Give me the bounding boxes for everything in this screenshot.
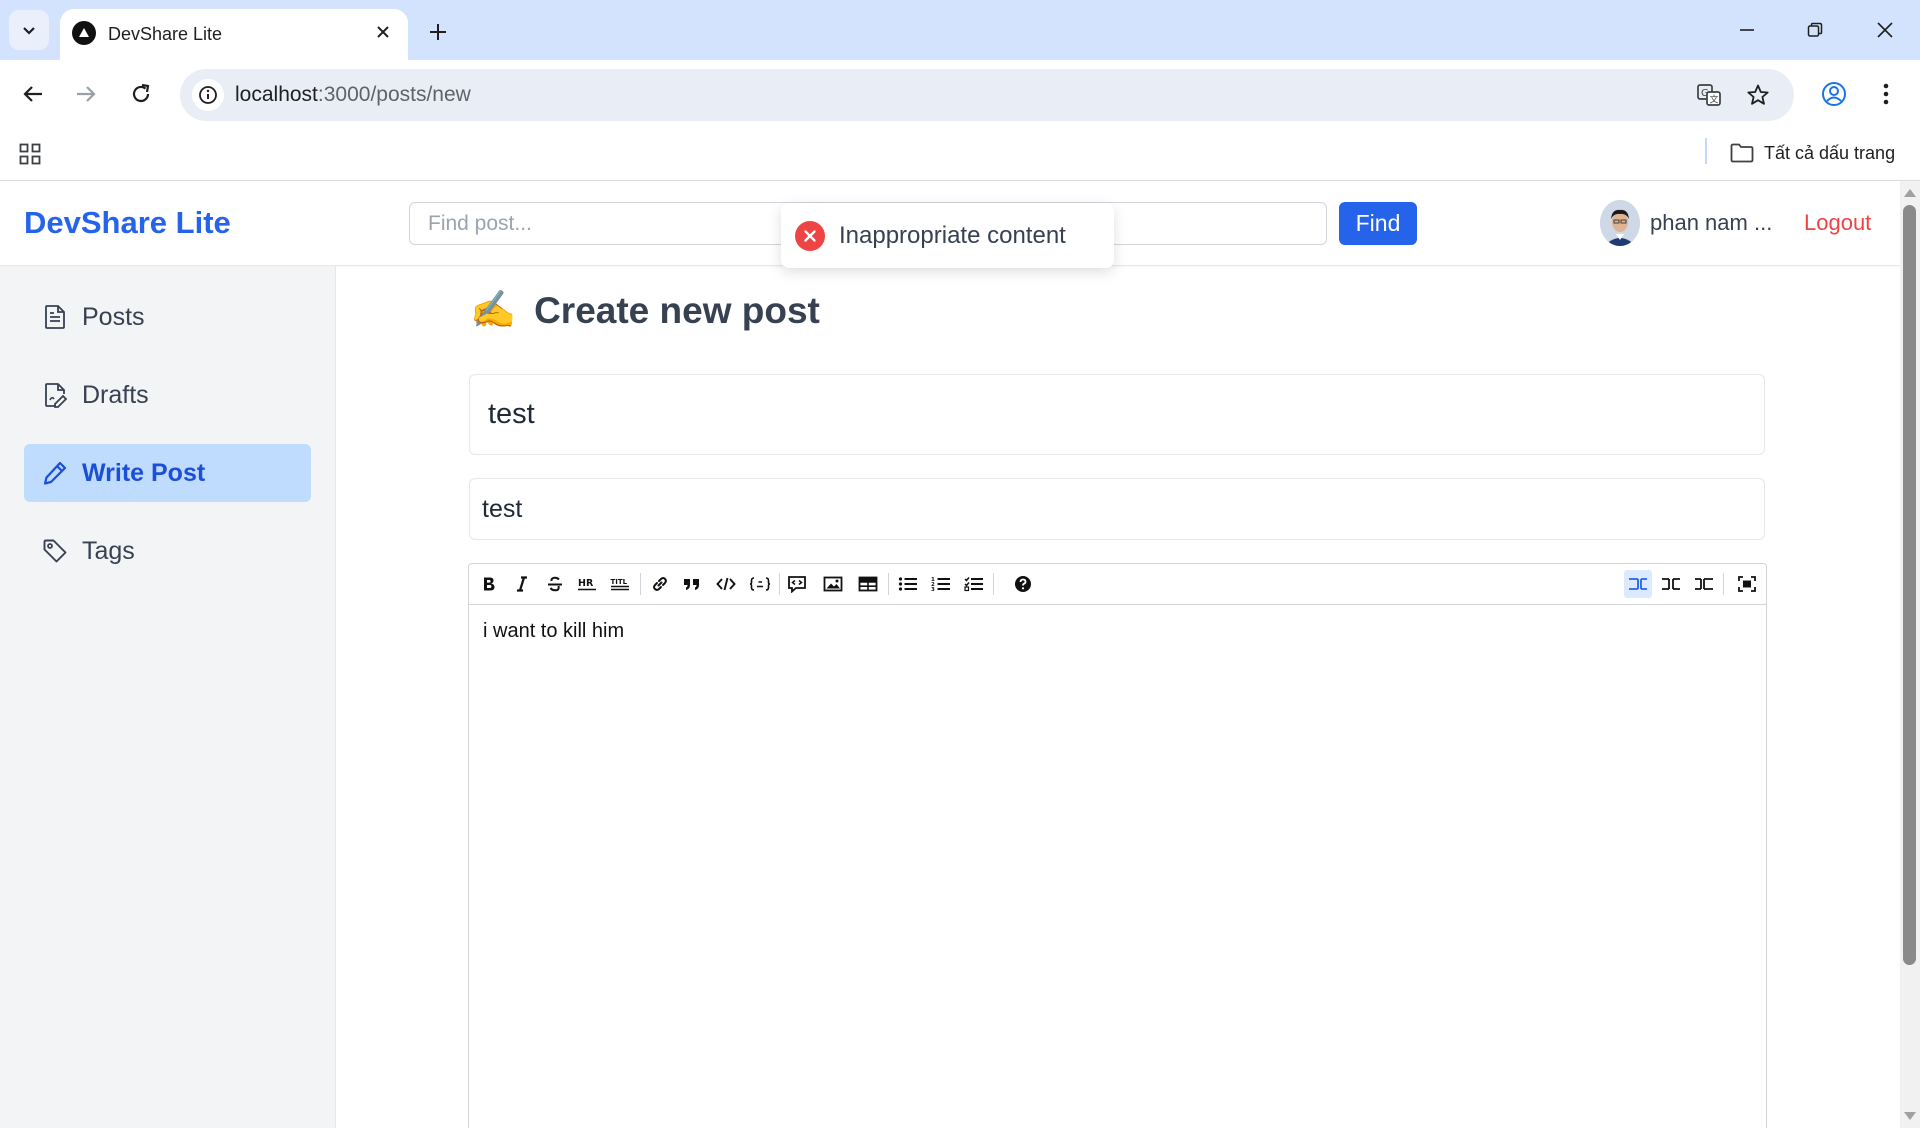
scrollbar-thumb[interactable] xyxy=(1903,205,1916,965)
sidebar-item-write-post[interactable]: Write Post xyxy=(24,444,311,502)
address-bar[interactable]: localhost:3000/posts/new G文 xyxy=(180,69,1794,121)
close-window-button[interactable] xyxy=(1860,8,1910,52)
tab-search-button[interactable] xyxy=(9,10,49,50)
unordered-list-icon[interactable] xyxy=(894,570,922,598)
post-description-input[interactable]: test xyxy=(469,478,1765,540)
new-tab-button[interactable] xyxy=(420,14,456,50)
plus-icon xyxy=(430,24,446,40)
browser-tab-bar: DevShare Lite xyxy=(0,0,1920,60)
svg-text:TITL: TITL xyxy=(611,578,628,586)
site-info-icon[interactable] xyxy=(192,79,224,111)
error-icon xyxy=(795,220,825,251)
reload-icon xyxy=(132,83,150,103)
edit-mode-icon[interactable] xyxy=(1624,570,1652,598)
toast-message: Inappropriate content xyxy=(839,221,1066,249)
fullscreen-icon[interactable] xyxy=(1733,570,1761,598)
restore-icon xyxy=(1807,22,1823,37)
hr-icon[interactable]: HR xyxy=(573,570,601,598)
quote-icon[interactable] xyxy=(678,570,706,598)
browser-tab[interactable]: DevShare Lite xyxy=(60,9,408,60)
scroll-down-arrow-icon[interactable] xyxy=(1904,1112,1916,1120)
bookmark-star-icon[interactable] xyxy=(1742,79,1774,111)
sidebar-item-label: Tags xyxy=(82,536,135,565)
scroll-up-arrow-icon[interactable] xyxy=(1904,189,1916,197)
pencil-icon xyxy=(40,458,70,488)
toolbar-divider xyxy=(993,573,994,595)
draft-icon xyxy=(40,380,70,410)
error-toast: Inappropriate content xyxy=(781,203,1114,268)
page-title-text: Create new post xyxy=(534,289,820,331)
code-block-icon[interactable] xyxy=(746,570,774,598)
logout-link[interactable]: Logout xyxy=(1804,210,1871,236)
avatar[interactable] xyxy=(1600,200,1640,246)
back-button[interactable] xyxy=(11,72,55,116)
sidebar-item-posts[interactable]: Posts xyxy=(24,288,311,346)
page-viewport: DevShare Lite Find phan nam ... Logout P… xyxy=(0,181,1920,1128)
title-icon[interactable]: TITL xyxy=(606,570,634,598)
username[interactable]: phan nam ... xyxy=(1650,210,1772,236)
url-text: localhost:3000/posts/new xyxy=(235,83,471,106)
link-icon[interactable] xyxy=(646,570,674,598)
find-button[interactable]: Find xyxy=(1339,202,1417,245)
site-favicon-icon xyxy=(72,21,96,45)
minimize-button[interactable] xyxy=(1722,8,1772,52)
sidebar-item-drafts[interactable]: Drafts xyxy=(24,366,311,424)
image-icon[interactable] xyxy=(819,570,847,598)
post-title-input[interactable]: test xyxy=(469,374,1765,455)
folder-icon xyxy=(1730,143,1754,163)
document-icon xyxy=(40,302,70,332)
live-mode-icon[interactable] xyxy=(1657,570,1685,598)
sidebar-item-label: Drafts xyxy=(82,380,149,409)
sidebar: Posts Drafts Write Post Tags xyxy=(0,266,336,1128)
all-bookmarks-button[interactable]: Tất cả dấu trang xyxy=(1730,136,1895,170)
editor-content: i want to kill him xyxy=(483,620,625,642)
tab-title: DevShare Lite xyxy=(108,24,223,44)
svg-text:文: 文 xyxy=(1710,94,1719,106)
bookmarks-divider xyxy=(1705,138,1707,164)
apps-grid-icon[interactable] xyxy=(14,138,46,170)
page-title: ✍️ Create new post xyxy=(470,289,820,332)
minimize-icon xyxy=(1740,29,1754,31)
bold-icon[interactable] xyxy=(475,570,503,598)
arrow-right-icon xyxy=(77,86,96,102)
browser-toolbar: localhost:3000/posts/new G文 xyxy=(0,60,1920,130)
task-list-icon[interactable] xyxy=(960,570,988,598)
markdown-editor[interactable]: HR TITL 123 i want to kill him xyxy=(468,563,1767,1128)
ordered-list-icon[interactable]: 123 xyxy=(927,570,955,598)
all-bookmarks-label: Tất cả dấu trang xyxy=(1764,142,1896,163)
code-icon[interactable] xyxy=(712,570,740,598)
tab-close-icon[interactable] xyxy=(370,19,396,45)
editor-toolbar: HR TITL 123 xyxy=(469,564,1766,605)
comment-icon[interactable] xyxy=(783,570,811,598)
help-icon[interactable] xyxy=(1009,570,1037,598)
toolbar-divider xyxy=(640,573,641,595)
toolbar-divider xyxy=(1723,573,1724,595)
svg-text:3: 3 xyxy=(931,587,935,592)
strikethrough-icon[interactable] xyxy=(541,570,569,598)
sidebar-item-label: Posts xyxy=(82,302,145,331)
sidebar-item-label: Write Post xyxy=(82,458,206,487)
close-icon xyxy=(1877,22,1893,38)
toolbar-divider xyxy=(779,573,780,595)
italic-icon[interactable] xyxy=(508,570,536,598)
tag-icon xyxy=(40,536,70,566)
toolbar-divider xyxy=(888,573,889,595)
preview-mode-icon[interactable] xyxy=(1690,570,1718,598)
forward-button[interactable] xyxy=(64,72,108,116)
writing-hand-icon: ✍️ xyxy=(470,289,517,330)
arrow-left-icon xyxy=(23,86,42,102)
reload-button[interactable] xyxy=(119,72,163,116)
svg-text:HR: HR xyxy=(578,578,594,589)
profile-icon[interactable] xyxy=(1812,72,1856,116)
translate-icon[interactable]: G文 xyxy=(1693,79,1725,111)
sidebar-item-tags[interactable]: Tags xyxy=(24,522,311,580)
brand-logo[interactable]: DevShare Lite xyxy=(24,205,231,241)
restore-button[interactable] xyxy=(1790,8,1840,52)
bookmarks-bar: Tất cả dấu trang xyxy=(0,130,1920,181)
table-icon[interactable] xyxy=(854,570,882,598)
chevron-down-icon xyxy=(23,27,35,35)
browser-menu-icon[interactable] xyxy=(1864,72,1908,116)
